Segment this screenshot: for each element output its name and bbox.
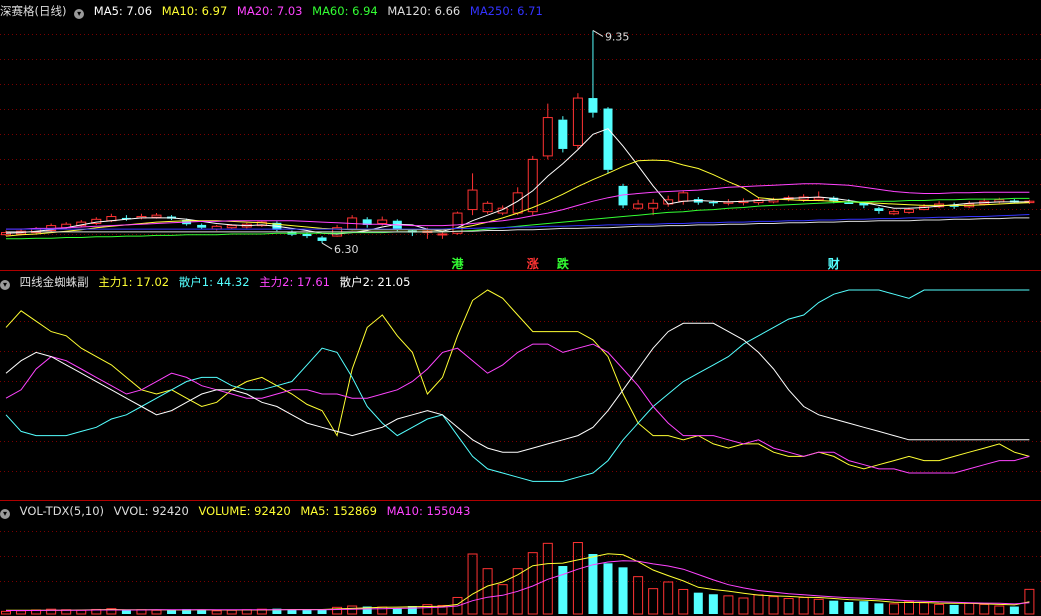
volume-bar-down [708, 594, 718, 614]
candle-up [633, 203, 644, 209]
volume-bar-down [693, 592, 703, 614]
volume-bar-up [768, 596, 779, 615]
volume-bar-down [392, 608, 402, 614]
candle-down [603, 108, 613, 170]
candle-up [904, 209, 914, 213]
candle-down [558, 119, 568, 149]
indicator-line-4 [5, 322, 1030, 453]
volume-bar-up [16, 610, 27, 615]
ma-line-ma120 [6, 217, 1030, 233]
volume-bar-up [663, 581, 674, 615]
volume-ma-ma5 [6, 553, 1030, 611]
candle-down [197, 224, 207, 228]
candle-up [648, 202, 659, 209]
candle-up [226, 225, 237, 229]
candle-up [467, 189, 478, 211]
low-marker-line [321, 242, 333, 250]
low-price-label: 6.30 [334, 243, 359, 256]
candle-up [527, 158, 538, 213]
volume-bar-up [467, 553, 478, 615]
candle-up [452, 212, 463, 234]
volume-bar-up [738, 597, 749, 615]
volume-bar-up [888, 603, 899, 615]
volume-bar-up [211, 610, 222, 615]
volume-bar-down [618, 567, 628, 614]
volume-bar-up [798, 596, 809, 615]
event-marker: 财 [827, 256, 840, 271]
volume-bar-up [527, 552, 538, 615]
volume-bar-up [482, 568, 493, 615]
event-marker: 港 [452, 256, 465, 271]
volume-bar-up [226, 609, 237, 615]
volume-bar-up [979, 603, 990, 615]
volume-bar-down [121, 610, 131, 614]
event-marker: 涨 [527, 256, 539, 271]
candle-up [813, 197, 824, 201]
candle-down [317, 237, 327, 241]
volume-bar-up [753, 594, 764, 615]
candle-up [572, 97, 583, 146]
volume-bar-down [844, 602, 854, 614]
volume-bar-up [964, 602, 975, 615]
candle-up [678, 192, 689, 202]
volume-bar-down [874, 603, 884, 614]
volume-bar-down [588, 554, 598, 614]
volume-bar-down [603, 563, 613, 614]
event-marker: 跌 [557, 256, 570, 271]
ma-line-ma10 [5, 159, 1030, 237]
candle-down [844, 202, 854, 204]
high-marker-line [592, 30, 604, 37]
volume-bar-up [648, 588, 659, 615]
volume-bar-up [904, 601, 914, 615]
candle-up [151, 214, 162, 218]
volume-bar-up [934, 603, 945, 615]
volume-bar-up [678, 588, 689, 615]
volume-bar-up [377, 606, 388, 615]
volume-bar-down [167, 610, 177, 614]
volume-bar-down [829, 600, 839, 614]
volume-bar-up [813, 598, 824, 615]
volume-bar-up [919, 602, 930, 615]
volume-bar-up [723, 595, 734, 615]
volume-bar-down [317, 609, 327, 614]
volume-bar-up [1024, 588, 1035, 615]
candle-up [482, 202, 493, 213]
candle-down [874, 208, 884, 211]
volume-bar-down [859, 601, 869, 614]
volume-bar-up [1, 610, 11, 615]
candle-down [302, 233, 312, 237]
candle-down [708, 201, 718, 204]
candle-up [542, 117, 553, 157]
volume-bar-up [151, 609, 162, 615]
volume-bar-up [783, 598, 794, 615]
volume-bar-down [197, 609, 207, 614]
stock-chart[interactable]: 9.35 6.30 港 涨 跌 财 [0, 0, 1041, 616]
volume-bar-down [949, 604, 959, 614]
candle-up [888, 211, 899, 215]
candle-up [437, 233, 448, 236]
volume-bar-up [76, 609, 87, 615]
volume-bar-up [994, 605, 1005, 615]
volume-bar-up [497, 584, 508, 615]
volume-bar-down [1009, 606, 1019, 614]
volume-bar-up [633, 576, 644, 615]
volume-bar-up [572, 542, 583, 615]
candle-up [377, 219, 388, 225]
indicator-line-3 [5, 343, 1030, 474]
volume-bar-down [302, 610, 312, 614]
candle-down [588, 98, 598, 113]
high-price-label: 9.35 [605, 30, 630, 43]
volume-bar-up [347, 605, 358, 615]
